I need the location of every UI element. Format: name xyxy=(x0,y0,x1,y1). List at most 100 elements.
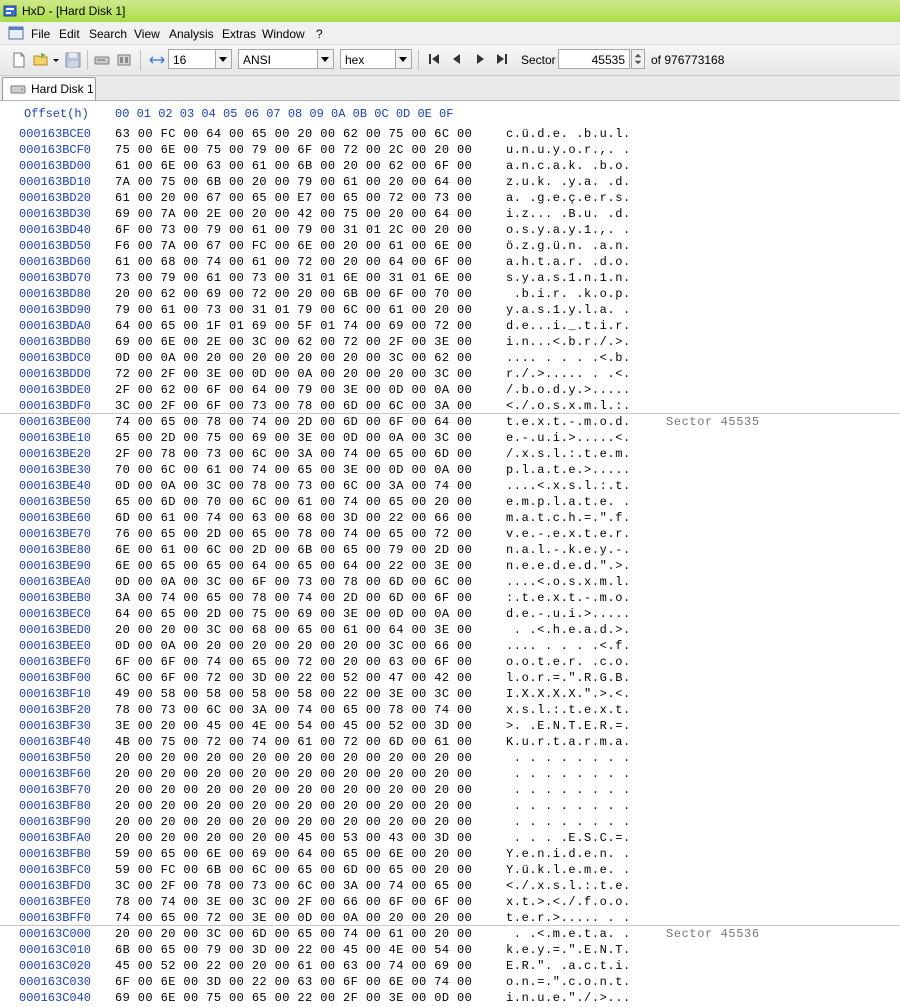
menu-extras[interactable]: Extras xyxy=(222,27,256,41)
hex-row[interactable]: 000163BD20 61 00 20 00 67 00 65 00 E7 00 … xyxy=(0,191,900,207)
hex-row[interactable]: 000163C030 6F 00 6E 00 3D 00 22 00 63 00 … xyxy=(0,975,900,991)
row-text[interactable]: z.u.k. .y.a. .d. xyxy=(506,175,631,189)
row-hex-bytes[interactable]: 4B 00 75 00 72 00 74 00 61 00 72 00 6D 0… xyxy=(115,735,472,749)
hex-row[interactable]: 000163BEE0 0D 00 0A 00 20 00 20 00 20 00 … xyxy=(0,639,900,655)
row-hex-bytes[interactable]: 20 00 20 00 20 00 20 00 20 00 20 00 20 0… xyxy=(115,751,472,765)
hex-row[interactable]: 000163BE50 65 00 6D 00 70 00 6C 00 61 00 … xyxy=(0,495,900,511)
row-text[interactable]: y.a.s.1.y.l.a. . xyxy=(506,303,631,317)
row-text[interactable]: i.n...<.b.r./.>. xyxy=(506,335,631,349)
row-hex-bytes[interactable]: 2F 00 78 00 73 00 6C 00 3A 00 74 00 65 0… xyxy=(115,447,472,461)
row-hex-bytes[interactable]: 59 00 FC 00 6B 00 6C 00 65 00 6D 00 65 0… xyxy=(115,863,472,877)
row-text[interactable]: Y.ü.k.l.e.m.e. . xyxy=(506,863,631,877)
hex-row[interactable]: 000163BF00 6C 00 6F 00 72 00 3D 00 22 00 … xyxy=(0,671,900,687)
row-hex-bytes[interactable]: 3E 00 20 00 45 00 4E 00 54 00 45 00 52 0… xyxy=(115,719,472,733)
row-hex-bytes[interactable]: 0D 00 0A 00 20 00 20 00 20 00 20 00 3C 0… xyxy=(115,639,472,653)
row-text[interactable]: d.e...i._.t.i.r. xyxy=(506,319,631,333)
row-text[interactable]: E.R.". .a.c.t.i. xyxy=(506,959,631,973)
row-text[interactable]: ö.z.g.ü.n. .a.n. xyxy=(506,239,631,253)
row-hex-bytes[interactable]: 78 00 74 00 3E 00 3C 00 2F 00 66 00 6F 0… xyxy=(115,895,472,909)
hex-row[interactable]: 000163BE10 65 00 2D 00 75 00 69 00 3E 00 … xyxy=(0,431,900,447)
chevron-down-icon[interactable] xyxy=(215,50,231,68)
hex-row[interactable]: 000163BF80 20 00 20 00 20 00 20 00 20 00 … xyxy=(0,799,900,815)
hex-row[interactable]: 000163C000 20 00 20 00 3C 00 6D 00 65 00 … xyxy=(0,927,900,943)
row-text[interactable]: . . . .E.S.C.=. xyxy=(506,831,631,845)
row-hex-bytes[interactable]: 20 00 20 00 20 00 20 00 20 00 20 00 20 0… xyxy=(115,799,472,813)
row-hex-bytes[interactable]: 20 00 62 00 69 00 72 00 20 00 6B 00 6F 0… xyxy=(115,287,472,301)
row-text[interactable]: a.n.c.a.k. .b.o. xyxy=(506,159,631,173)
row-hex-bytes[interactable]: 61 00 20 00 67 00 65 00 E7 00 65 00 72 0… xyxy=(115,191,472,205)
bytes-per-row-select[interactable]: 16 xyxy=(168,49,232,69)
row-text[interactable]: l.o.r.=.".R.G.B. xyxy=(506,671,631,685)
row-text[interactable]: . . . . . . . . xyxy=(506,799,631,813)
hex-editor[interactable]: Offset(h) 00 01 02 03 04 05 06 07 08 09 … xyxy=(0,101,900,1005)
hex-row[interactable]: 000163BE70 76 00 65 00 2D 00 65 00 78 00 … xyxy=(0,527,900,543)
row-text[interactable]: m.a.t.c.h.=.".f. xyxy=(506,511,631,525)
hex-row[interactable]: 000163BF10 49 00 58 00 58 00 58 00 58 00 … xyxy=(0,687,900,703)
row-text[interactable]: . . . . . . . . xyxy=(506,783,631,797)
row-hex-bytes[interactable]: 64 00 65 00 2D 00 75 00 69 00 3E 00 0D 0… xyxy=(115,607,472,621)
previous-sector-icon[interactable] xyxy=(451,53,463,65)
sector-input[interactable]: 45535 xyxy=(558,49,630,69)
row-hex-bytes[interactable]: 3C 00 2F 00 78 00 73 00 6C 00 3A 00 74 0… xyxy=(115,879,472,893)
menu-window[interactable]: Window xyxy=(262,27,305,41)
row-hex-bytes[interactable]: 20 00 20 00 20 00 20 00 20 00 20 00 20 0… xyxy=(115,767,472,781)
menu-edit[interactable]: Edit xyxy=(59,27,80,41)
hex-row[interactable]: 000163BDD0 72 00 2F 00 3E 00 0D 00 0A 00 … xyxy=(0,367,900,383)
row-hex-bytes[interactable]: 0D 00 0A 00 3C 00 78 00 73 00 6C 00 3A 0… xyxy=(115,479,472,493)
row-text[interactable]: . . . . . . . . xyxy=(506,751,631,765)
hex-row[interactable]: 000163BFB0 59 00 65 00 6E 00 69 00 64 00 … xyxy=(0,847,900,863)
new-file-icon[interactable] xyxy=(10,51,28,69)
row-hex-bytes[interactable]: 70 00 6C 00 61 00 74 00 65 00 3E 00 0D 0… xyxy=(115,463,472,477)
row-hex-bytes[interactable]: 2F 00 62 00 6F 00 64 00 79 00 3E 00 0D 0… xyxy=(115,383,472,397)
row-hex-bytes[interactable]: 69 00 7A 00 2E 00 20 00 42 00 75 00 20 0… xyxy=(115,207,472,221)
row-hex-bytes[interactable]: 20 00 20 00 20 00 20 00 20 00 20 00 20 0… xyxy=(115,783,472,797)
row-hex-bytes[interactable]: 20 00 20 00 20 00 20 00 45 00 53 00 43 0… xyxy=(115,831,472,845)
hex-row[interactable]: 000163BF70 20 00 20 00 20 00 20 00 20 00 … xyxy=(0,783,900,799)
row-hex-bytes[interactable]: F6 00 7A 00 67 00 FC 00 6E 00 20 00 61 0… xyxy=(115,239,472,253)
hex-row[interactable]: 000163BFE0 78 00 74 00 3E 00 3C 00 2F 00 … xyxy=(0,895,900,911)
row-hex-bytes[interactable]: 64 00 65 00 1F 01 69 00 5F 01 74 00 69 0… xyxy=(115,319,472,333)
row-text[interactable]: e.-.u.i.>.....<. xyxy=(506,431,631,445)
hex-row[interactable]: 000163BD60 61 00 68 00 74 00 61 00 72 00 … xyxy=(0,255,900,271)
row-text[interactable]: i.n.u.e."./.>... xyxy=(506,991,631,1005)
row-text[interactable]: s.y.a.s.1.n.1.n. xyxy=(506,271,631,285)
menu-search[interactable]: Search xyxy=(89,27,127,41)
row-text[interactable]: a.h.t.a.r. .d.o. xyxy=(506,255,631,269)
row-hex-bytes[interactable]: 78 00 73 00 6C 00 3A 00 74 00 65 00 78 0… xyxy=(115,703,472,717)
hex-row[interactable]: 000163BD00 61 00 6E 00 63 00 61 00 6B 00 … xyxy=(0,159,900,175)
hex-row[interactable]: 000163BD30 69 00 7A 00 2E 00 20 00 42 00 … xyxy=(0,207,900,223)
save-icon[interactable] xyxy=(64,51,82,69)
hex-row[interactable]: 000163BE20 2F 00 78 00 73 00 6C 00 3A 00 … xyxy=(0,447,900,463)
menu-view[interactable]: View xyxy=(134,27,160,41)
open-disk-icon[interactable] xyxy=(93,51,111,69)
sector-spinner-icon[interactable] xyxy=(631,49,645,69)
hex-row[interactable]: 000163BE30 70 00 6C 00 61 00 74 00 65 00 … xyxy=(0,463,900,479)
row-text[interactable]: I.X.X.X.X.".>.<. xyxy=(506,687,631,701)
hex-row[interactable]: 000163BCE0 63 00 FC 00 64 00 65 00 20 00 … xyxy=(0,127,900,143)
row-text[interactable]: u.n.u.y.o.r.,. . xyxy=(506,143,631,157)
row-hex-bytes[interactable]: 20 00 20 00 3C 00 6D 00 65 00 74 00 61 0… xyxy=(115,927,472,941)
open-ram-icon[interactable] xyxy=(115,51,133,69)
menu-file[interactable]: File xyxy=(31,27,50,41)
row-text[interactable]: <./.o.s.x.m.l.:. xyxy=(506,399,631,413)
row-text[interactable]: /.x.s.l.:.t.e.m. xyxy=(506,447,631,461)
row-text[interactable]: o.o.t.e.r. .c.o. xyxy=(506,655,631,669)
row-hex-bytes[interactable]: 6E 00 65 00 65 00 64 00 65 00 64 00 22 0… xyxy=(115,559,472,573)
hex-row[interactable]: 000163BE40 0D 00 0A 00 3C 00 78 00 73 00 … xyxy=(0,479,900,495)
hex-row[interactable]: 000163BDC0 0D 00 0A 00 20 00 20 00 20 00 … xyxy=(0,351,900,367)
row-text[interactable]: v.e.-.e.x.t.e.r. xyxy=(506,527,631,541)
first-sector-icon[interactable] xyxy=(428,53,440,65)
next-sector-icon[interactable] xyxy=(474,53,486,65)
row-text[interactable]: n.a.l.-.k.e.y.-. xyxy=(506,543,631,557)
row-hex-bytes[interactable]: 20 00 20 00 20 00 20 00 20 00 20 00 20 0… xyxy=(115,815,472,829)
row-hex-bytes[interactable]: 61 00 6E 00 63 00 61 00 6B 00 20 00 62 0… xyxy=(115,159,472,173)
hex-row[interactable]: 000163BEF0 6F 00 6F 00 74 00 65 00 72 00 … xyxy=(0,655,900,671)
row-text[interactable]: c.ü.d.e. .b.u.l. xyxy=(506,127,631,141)
hex-row[interactable]: 000163BCF0 75 00 6E 00 75 00 79 00 6F 00 … xyxy=(0,143,900,159)
row-text[interactable]: ....<.x.s.l.:.t. xyxy=(506,479,631,493)
row-text[interactable]: K.u.r.t.a.r.m.a. xyxy=(506,735,631,749)
row-text[interactable]: o.n.=.".c.o.n.t. xyxy=(506,975,631,989)
row-text[interactable]: i.z... .B.u. .d. xyxy=(506,207,631,221)
hex-row[interactable]: 000163BE60 6D 00 61 00 74 00 63 00 68 00 … xyxy=(0,511,900,527)
open-dropdown-arrow-icon[interactable] xyxy=(51,51,61,69)
